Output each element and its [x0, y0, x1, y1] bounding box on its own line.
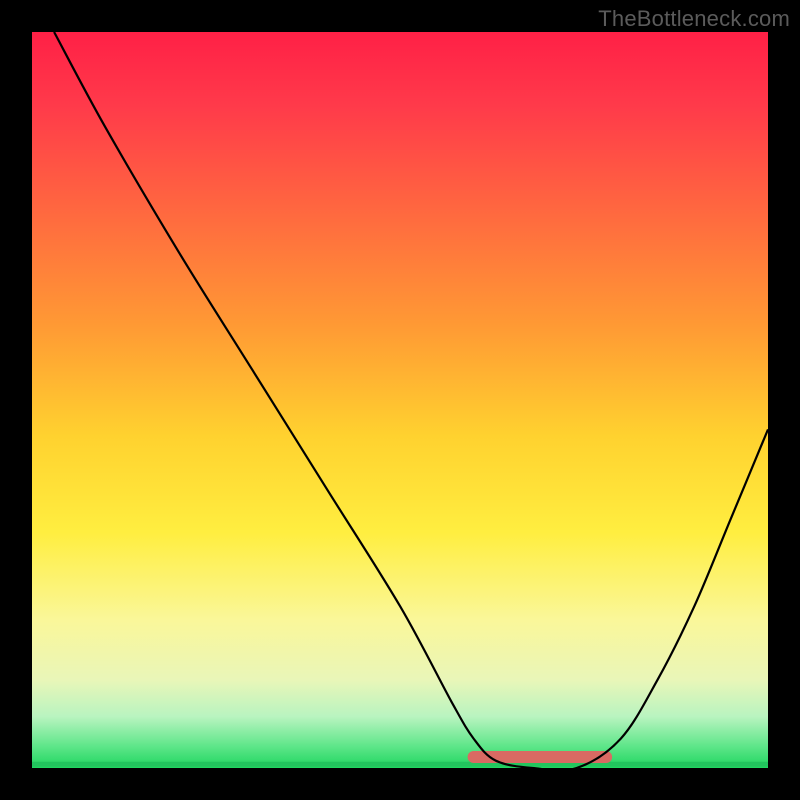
attribution-text: TheBottleneck.com	[598, 6, 790, 32]
curve-svg	[32, 32, 768, 768]
chart-frame: TheBottleneck.com	[0, 0, 800, 800]
bottleneck-curve	[54, 32, 768, 768]
plot-area	[32, 32, 768, 768]
